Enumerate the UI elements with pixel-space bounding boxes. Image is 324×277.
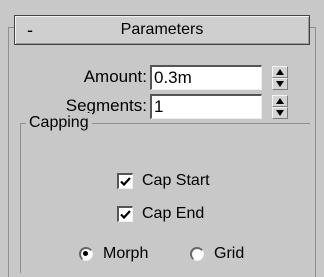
morph-label: Morph [103, 245, 149, 262]
capping-group-box [20, 123, 310, 273]
cap-start-label: Cap Start [142, 172, 210, 189]
spinner-up-arrow-icon [276, 69, 284, 75]
cap-end-checkbox-box[interactable] [117, 206, 133, 222]
grid-label: Grid [214, 245, 245, 262]
amount-input[interactable] [150, 65, 262, 90]
amount-spinner[interactable] [272, 66, 288, 90]
grid-radio-button[interactable] [190, 247, 204, 261]
spinner-up-arrow-icon [276, 98, 284, 104]
segments-spinner-up-button[interactable] [272, 95, 288, 107]
checkmark-icon [120, 177, 131, 187]
grid-radio[interactable]: Grid [190, 243, 244, 265]
amount-label: Amount: [83, 67, 147, 86]
spinner-down-arrow-icon [276, 110, 284, 116]
cap-start-checkbox-box[interactable] [117, 173, 133, 189]
radio-selected-indicator [83, 251, 88, 256]
amount-spinner-down-button[interactable] [272, 78, 288, 90]
segments-spinner-down-button[interactable] [272, 107, 288, 119]
amount-spinner-up-button[interactable] [272, 66, 288, 78]
cap-start-checkbox[interactable]: Cap Start [117, 170, 210, 192]
rollout-title: Parameters [120, 21, 204, 38]
morph-radio-button[interactable] [79, 247, 93, 261]
parameters-rollout-header[interactable]: - Parameters [14, 15, 310, 45]
cap-end-checkbox[interactable]: Cap End [117, 203, 204, 225]
segments-spinner[interactable] [272, 95, 288, 119]
morph-radio[interactable]: Morph [79, 243, 148, 265]
checkmark-icon [120, 210, 131, 220]
spinner-down-arrow-icon [276, 81, 284, 87]
segments-input[interactable] [150, 94, 262, 119]
capping-group-title: Capping [26, 113, 92, 133]
cap-end-label: Cap End [142, 205, 205, 222]
